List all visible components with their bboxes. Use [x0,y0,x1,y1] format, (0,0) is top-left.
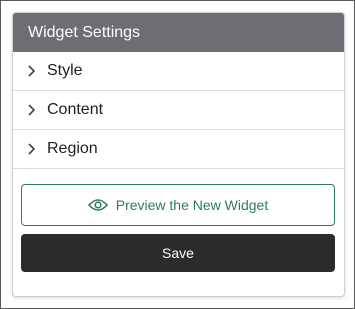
chevron-right-icon [23,62,41,80]
section-style-label: Style [47,62,83,79]
widget-settings-panel: Widget Settings Style Content Region Pre… [12,12,345,297]
section-region-label: Region [47,140,98,157]
chevron-right-icon [23,101,41,119]
section-style[interactable]: Style [13,52,344,91]
section-content-label: Content [47,101,104,118]
section-content[interactable]: Content [13,91,344,130]
preview-widget-button[interactable]: Preview the New Widget [21,184,335,226]
save-button[interactable]: Save [21,234,335,272]
panel-title: Widget Settings [13,13,344,52]
eye-icon [87,198,108,212]
actions-area: Preview the New Widget Save [13,169,344,272]
save-label: Save [162,245,194,261]
window-frame: Widget Settings Style Content Region Pre… [0,0,355,309]
preview-widget-label: Preview the New Widget [115,197,269,213]
chevron-right-icon [23,140,41,158]
section-region[interactable]: Region [13,130,344,169]
